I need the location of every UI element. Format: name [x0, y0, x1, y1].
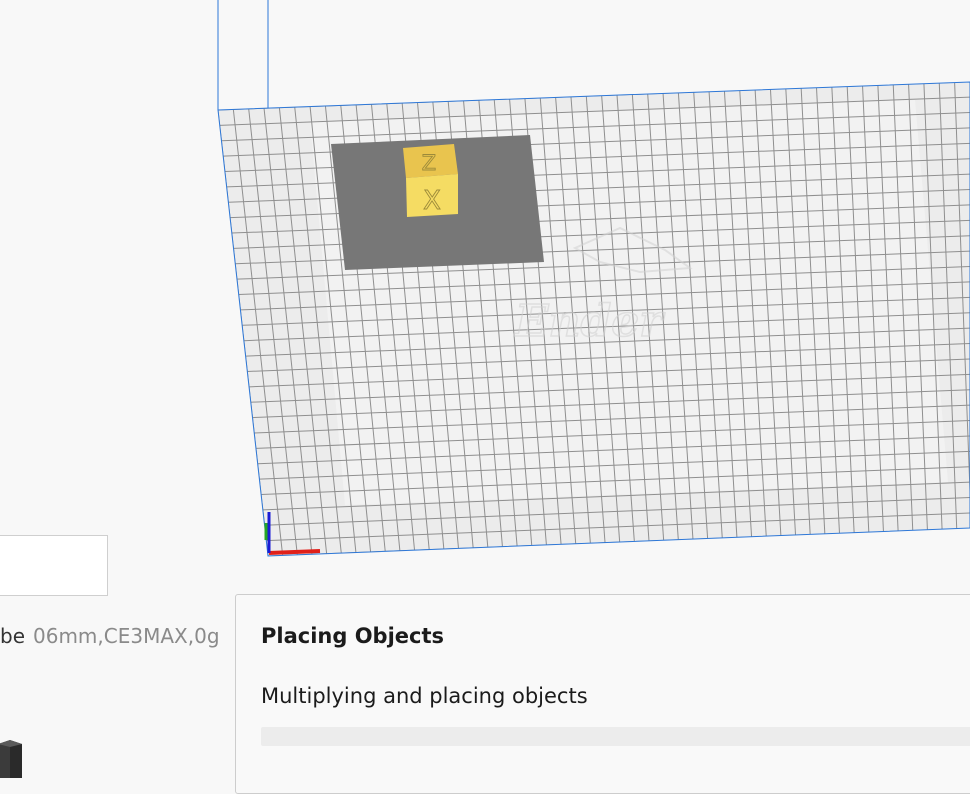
job-name-line: be 06mm,CE3MAX,0g: [0, 624, 236, 648]
left-panel-box: [0, 535, 108, 596]
bed-logo-text: Ender: [513, 296, 665, 347]
cube-icon[interactable]: [0, 738, 24, 778]
placing-objects-dialog: Placing Objects Multiplying and placing …: [235, 594, 970, 794]
job-name-field[interactable]: 06mm,CE3MAX,0g: [33, 624, 220, 648]
cube-face-label: Z: [422, 151, 436, 175]
cube-face-label: X: [423, 186, 441, 216]
x-axis-indicator: [269, 551, 320, 553]
dialog-title: Placing Objects: [261, 623, 444, 649]
calibration-cube-model[interactable]: Z X: [403, 144, 458, 217]
job-name-prefix: be: [0, 624, 25, 648]
progress-bar: [261, 727, 970, 746]
dialog-message: Multiplying and placing objects: [261, 683, 588, 709]
